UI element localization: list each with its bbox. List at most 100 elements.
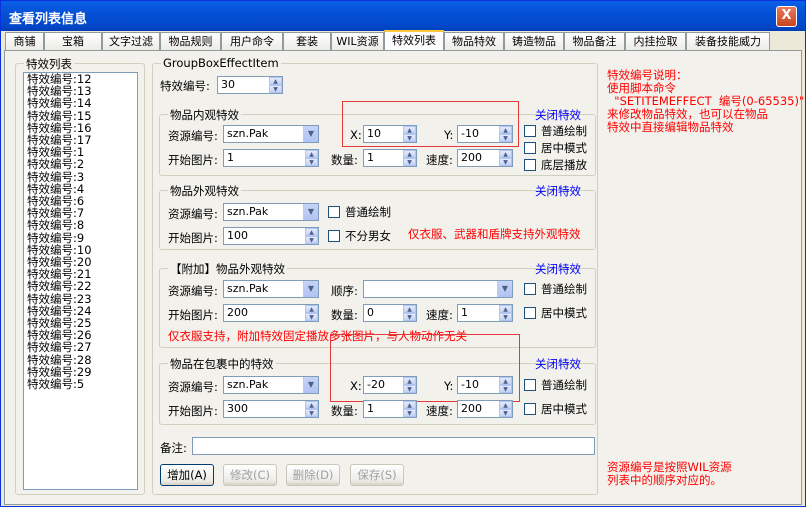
extra-start-label: 开始图片: — [168, 308, 218, 322]
inner-speed-label: 速度: — [426, 153, 453, 167]
bag-count-stepper[interactable]: 1 ▲ ▼ — [363, 400, 417, 418]
tab-user-commands[interactable]: 用户命令 — [221, 32, 283, 50]
tab-forged-items[interactable]: 铸造物品 — [504, 32, 564, 50]
inner-center-mode-checkbox[interactable]: 居中模式 — [524, 140, 587, 156]
bag-start-spin-buttons[interactable]: ▲ ▼ — [305, 401, 318, 417]
chevron-down-icon[interactable]: ▼ — [497, 281, 512, 297]
outer-close-effect-link[interactable]: 关闭特效 — [535, 183, 581, 199]
inner-close-effect-link[interactable]: 关闭特效 — [535, 107, 581, 123]
inner-speed-spin-buttons[interactable]: ▲ ▼ — [499, 150, 512, 166]
effect-id-stepper[interactable]: 30 ▲ ▼ — [217, 76, 283, 94]
tab-treasure-box[interactable]: 宝箱 — [44, 32, 102, 50]
bag-normal-draw-label: 普通绘制 — [541, 378, 587, 392]
extra-speed-spin-buttons[interactable]: ▲ ▼ — [499, 305, 512, 321]
list-item[interactable]: 特效编号:22 — [24, 280, 137, 292]
tab-item-notes[interactable]: 物品备注 — [564, 32, 625, 50]
list-item[interactable]: 特效编号:15 — [24, 109, 137, 121]
list-item[interactable]: 特效编号:5 — [24, 378, 137, 390]
bag-count-value: 1 — [367, 402, 374, 415]
outer-normal-draw-checkbox[interactable]: 普通绘制 — [328, 204, 391, 220]
chevron-down-icon[interactable]: ▼ — [303, 377, 318, 393]
modify-button[interactable]: 修改(C) — [223, 464, 277, 486]
inner-count-stepper[interactable]: 1 ▲ ▼ — [363, 149, 417, 167]
outer-start-stepper[interactable]: 100 ▲ ▼ — [223, 227, 319, 245]
inner-normal-draw-checkbox[interactable]: 普通绘制 — [524, 123, 587, 139]
inner-count-label: 数量: — [331, 153, 358, 167]
resource-note: 资源编号是按照WIL资源 列表中的顺序对应的。 — [607, 461, 732, 487]
chevron-down-icon[interactable]: ▼ — [303, 126, 318, 142]
chevron-down-icon[interactable]: ▼ — [303, 204, 318, 220]
inner-bottom-play-label: 底层播放 — [541, 158, 587, 172]
bag-speed-value: 200 — [461, 402, 482, 415]
bag-speed-spin-buttons[interactable]: ▲ ▼ — [499, 401, 512, 417]
extra-count-value: 0 — [367, 306, 374, 319]
extra-res-select[interactable]: szn.Pak ▼ — [223, 280, 319, 298]
inner-count-value: 1 — [367, 151, 374, 164]
inner-speed-stepper[interactable]: 200 ▲ ▼ — [457, 149, 513, 167]
add-button[interactable]: 增加(A) — [160, 464, 214, 486]
tab-text-filter[interactable]: 文字过滤 — [102, 32, 160, 50]
inner-start-spin-buttons[interactable]: ▲ ▼ — [305, 150, 318, 166]
extra-count-stepper[interactable]: 0 ▲ ▼ — [363, 304, 417, 322]
effect-id-value: 30 — [221, 78, 235, 91]
extra-effect-title: 【附加】物品外观特效 — [168, 261, 287, 277]
outer-gender-checkbox[interactable]: 不分男女 — [328, 228, 391, 244]
extra-close-effect-link[interactable]: 关闭特效 — [535, 261, 581, 277]
close-button[interactable]: X — [776, 6, 797, 27]
tab-skill-power[interactable]: 装备技能威力 — [686, 32, 770, 50]
extra-start-stepper[interactable]: 200 ▲ ▼ — [223, 304, 319, 322]
effect-listbox[interactable]: 特效编号:12 特效编号:13 特效编号:14 特效编号:15 特效编号:16 特效编号:… — [23, 72, 138, 490]
effect-id-spin-buttons[interactable]: ▲ ▼ — [269, 77, 282, 93]
inner-count-spin-buttons[interactable]: ▲ ▼ — [403, 150, 416, 166]
inner-start-value: 1 — [227, 151, 234, 164]
extra-count-spin-buttons[interactable]: ▲ ▼ — [403, 305, 416, 321]
extra-res-label: 资源编号: — [168, 284, 218, 298]
save-button[interactable]: 保存(S) — [350, 464, 404, 486]
tab-item-effects[interactable]: 物品特效 — [444, 32, 504, 50]
tab-sets[interactable]: 套装 — [283, 32, 331, 50]
bag-start-stepper[interactable]: 300 ▲ ▼ — [223, 400, 319, 418]
bag-center-mode-checkbox[interactable]: 居中模式 — [524, 401, 587, 417]
extra-center-mode-label: 居中模式 — [541, 306, 587, 320]
list-item[interactable]: 特效编号:2 — [24, 158, 137, 170]
bag-count-spin-buttons[interactable]: ▲ ▼ — [403, 401, 416, 417]
help-line: 特效中直接编辑物品特效 — [607, 120, 734, 134]
extra-start-spin-buttons[interactable]: ▲ ▼ — [305, 305, 318, 321]
inner-bottom-play-checkbox[interactable]: 底层播放 — [524, 157, 587, 173]
tab-auto-pickup[interactable]: 内挂捡取 — [625, 32, 686, 50]
bag-normal-draw-checkbox[interactable]: 普通绘制 — [524, 377, 587, 393]
list-item[interactable]: 特效编号:8 — [24, 219, 137, 231]
extra-speed-value: 1 — [461, 306, 468, 319]
outer-start-label: 开始图片: — [168, 231, 218, 245]
inner-start-stepper[interactable]: 1 ▲ ▼ — [223, 149, 319, 167]
main-window: 查看列表信息 X 商铺 宝箱 文字过滤 物品规则 用户命令 套装 WIL资源 特… — [0, 0, 806, 507]
tab-item-rules[interactable]: 物品规则 — [160, 32, 221, 50]
list-item[interactable]: 特效编号:27 — [24, 341, 137, 353]
outer-res-select[interactable]: szn.Pak ▼ — [223, 203, 319, 221]
extra-res-value: szn.Pak — [227, 282, 269, 295]
bag-res-label: 资源编号: — [168, 380, 218, 394]
bag-speed-stepper[interactable]: 200 ▲ ▼ — [457, 400, 513, 418]
list-item[interactable]: 特效编号:3 — [24, 170, 137, 182]
tab-wil-resources[interactable]: WIL资源 — [331, 32, 384, 50]
inner-res-select[interactable]: szn.Pak ▼ — [223, 125, 319, 143]
tab-shop[interactable]: 商铺 — [5, 32, 44, 50]
chevron-down-icon[interactable]: ▼ — [303, 281, 318, 297]
extra-order-select[interactable]: ▼ — [363, 280, 513, 298]
title-bar[interactable]: 查看列表信息 X — [1, 1, 805, 31]
inner-res-label: 资源编号: — [168, 129, 218, 143]
extra-speed-stepper[interactable]: 1 ▲ ▼ — [457, 304, 513, 322]
outer-note: 仅衣服、武器和盾牌支持外观特效 — [408, 227, 581, 241]
list-item[interactable]: 特效编号:9 — [24, 231, 137, 243]
extra-center-mode-checkbox[interactable]: 居中模式 — [524, 305, 587, 321]
outer-start-spin-buttons[interactable]: ▲ ▼ — [305, 228, 318, 244]
list-item[interactable]: 特效编号:14 — [24, 97, 137, 109]
remark-input[interactable] — [192, 437, 595, 455]
bag-close-effect-link[interactable]: 关闭特效 — [535, 356, 581, 372]
delete-button[interactable]: 删除(D) — [286, 464, 340, 486]
tab-effect-list[interactable]: 特效列表 — [384, 30, 444, 51]
extra-normal-draw-checkbox[interactable]: 普通绘制 — [524, 281, 587, 297]
bag-res-select[interactable]: szn.Pak ▼ — [223, 376, 319, 394]
inner-effect-title: 物品内观特效 — [168, 107, 241, 123]
inner-center-mode-label: 居中模式 — [541, 141, 587, 155]
